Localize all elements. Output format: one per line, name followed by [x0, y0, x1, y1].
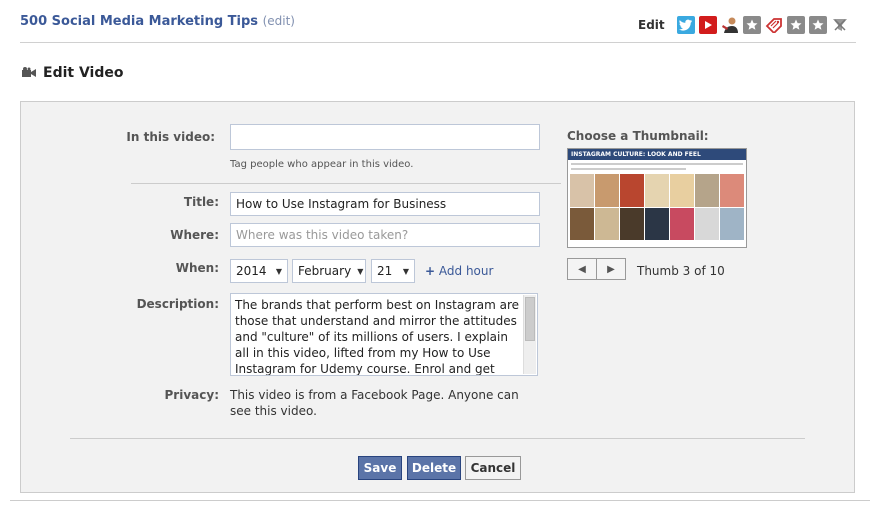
form-divider: [131, 183, 561, 184]
arrow-right-icon: ▶: [607, 263, 615, 275]
filter-icon[interactable]: [831, 16, 849, 34]
thumbnail-tile: [645, 207, 669, 240]
cancel-button[interactable]: Cancel: [465, 456, 521, 480]
thumbnail-label: Choose a Thumbnail:: [567, 129, 709, 143]
day-select[interactable]: 21 ▼: [371, 259, 415, 283]
star-icon[interactable]: [808, 16, 827, 34]
where-label: Where:: [170, 228, 219, 242]
youtube-icon[interactable]: [698, 16, 717, 34]
toolbar-edit-label[interactable]: Edit: [638, 18, 665, 32]
title-label: Title:: [183, 195, 219, 209]
edit-video-panel: In this video: Tag people who appear in …: [20, 101, 855, 493]
arrow-left-icon: ◀: [578, 263, 586, 275]
thumbnail-tile-grid: [570, 174, 744, 240]
page-toolbar: Edit: [638, 14, 849, 36]
tag-people-hint: Tag people who appear in this video.: [230, 159, 414, 170]
thumbnail-tile: [670, 207, 694, 240]
when-label: When:: [175, 261, 219, 275]
section-header: Edit Video: [22, 65, 123, 81]
thumbnail-caption-line: [571, 168, 686, 170]
save-button[interactable]: Save: [358, 456, 402, 480]
where-input[interactable]: Where was this video taken?: [230, 223, 540, 247]
tag-icon[interactable]: [765, 16, 783, 34]
plus-icon: +: [425, 264, 436, 278]
star-icon[interactable]: [786, 16, 805, 34]
thumbnail-tile: [595, 174, 619, 207]
thumbnail-tile: [570, 174, 594, 207]
chevron-down-icon: ▼: [402, 266, 409, 276]
description-textarea[interactable]: The brands that perform best on Instagra…: [230, 293, 538, 376]
thumbnail-tile: [595, 207, 619, 240]
add-hour-label: Add hour: [438, 264, 494, 278]
title-input[interactable]: How to Use Instagram for Business: [230, 192, 540, 216]
star-icon[interactable]: [742, 16, 761, 34]
thumbnail-tile: [645, 174, 669, 207]
privacy-label: Privacy:: [164, 388, 219, 402]
header-divider: [20, 42, 856, 43]
year-select[interactable]: 2014 ▼: [230, 259, 288, 283]
thumbnail-tile: [570, 207, 594, 240]
chevron-down-icon: ▼: [275, 266, 282, 276]
section-title: Edit Video: [43, 65, 124, 81]
thumbnail-tile: [670, 174, 694, 207]
thumbnail-preview[interactable]: INSTAGRAM CULTURE: LOOK AND FEEL: [567, 148, 747, 248]
tag-people-label: In this video:: [126, 130, 215, 144]
person-icon[interactable]: [721, 16, 739, 34]
thumbnail-tile: [720, 174, 744, 207]
thumbnail-caption-line: [571, 163, 743, 165]
description-text: The brands that perform best on Instagra…: [235, 298, 520, 376]
twitter-icon[interactable]: [676, 16, 695, 34]
footer-divider: [10, 500, 870, 501]
month-value: February: [298, 264, 352, 278]
year-value: 2014: [236, 264, 267, 278]
video-camera-icon: [22, 67, 36, 77]
thumbnail-tile: [620, 174, 644, 207]
thumbnail-tile: [720, 207, 744, 240]
thumbnail-tile: [695, 174, 719, 207]
description-scrollbar[interactable]: [523, 295, 536, 374]
scrollbar-thumb[interactable]: [525, 297, 535, 341]
delete-button[interactable]: Delete: [407, 456, 461, 480]
thumbnail-tile: [695, 207, 719, 240]
thumb-counter: Thumb 3 of 10: [637, 264, 725, 278]
buttons-divider: [70, 438, 805, 439]
previous-thumb-button[interactable]: ◀: [567, 258, 597, 280]
thumbnail-title: INSTAGRAM CULTURE: LOOK AND FEEL: [568, 149, 746, 160]
privacy-text: This video is from a Facebook Page. Anyo…: [230, 388, 519, 418]
page-name[interactable]: 500 Social Media Marketing Tips: [20, 14, 258, 29]
chevron-down-icon: ▼: [357, 266, 364, 276]
month-select[interactable]: February ▼: [292, 259, 366, 283]
page-title[interactable]: 500 Social Media Marketing Tips (edit): [20, 14, 295, 29]
add-hour-link[interactable]: + Add hour: [425, 264, 493, 278]
tag-people-input[interactable]: [230, 124, 540, 150]
edit-page-link[interactable]: (edit): [263, 14, 295, 28]
next-thumb-button[interactable]: ▶: [596, 258, 626, 280]
description-label: Description:: [136, 297, 219, 311]
day-value: 21: [377, 264, 393, 278]
thumbnail-tile: [620, 207, 644, 240]
